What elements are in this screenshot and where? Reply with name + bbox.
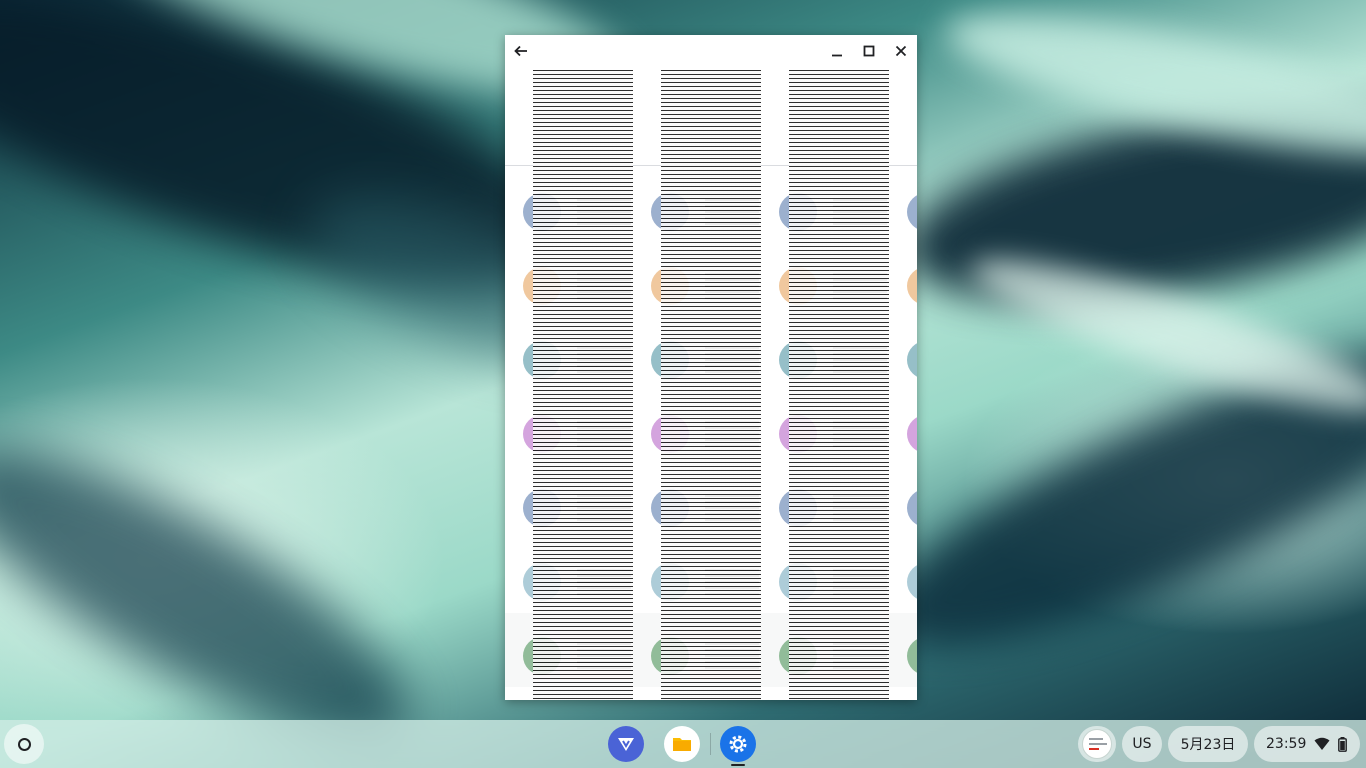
shelf-app-files[interactable] <box>664 726 700 762</box>
ime-label: US <box>1132 736 1152 752</box>
ghost-list-item <box>889 399 917 473</box>
running-app-indicator <box>731 764 745 766</box>
maximize-icon <box>863 45 875 57</box>
date-label: 5月23日 <box>1180 737 1236 753</box>
ghost-list-item <box>889 325 917 399</box>
ime-menu-button[interactable]: US <box>1122 726 1162 762</box>
maximize-button[interactable] <box>853 35 885 67</box>
ghost-avatar-icon <box>907 489 917 527</box>
ghost-list-item <box>889 177 917 251</box>
ghost-avatar-icon <box>907 563 917 601</box>
ghost-list-item <box>889 621 917 695</box>
window-content-glitched <box>505 67 917 700</box>
shelf-app-settings[interactable] <box>720 726 756 762</box>
ghost-avatar-icon <box>907 193 917 231</box>
ghost-avatar-icon <box>907 637 917 675</box>
app-window <box>505 35 917 700</box>
ghost-list-item <box>889 473 917 547</box>
ghost-list-item <box>889 251 917 325</box>
wifi-icon <box>1314 737 1330 750</box>
ghost-avatar-icon <box>907 267 917 305</box>
ghost-list-item <box>889 695 917 700</box>
launcher-circle-icon <box>17 737 31 751</box>
minimize-button[interactable] <box>821 35 853 67</box>
shelf: US 5月23日 23:59 <box>0 720 1366 768</box>
ghost-list-item <box>889 547 917 621</box>
ghost-avatar-icon <box>907 341 917 379</box>
render-artifact-column <box>533 70 633 700</box>
vpn-app-icon <box>618 738 634 751</box>
arrow-left-icon <box>514 45 527 57</box>
shelf-app-vpn[interactable] <box>608 726 644 762</box>
holding-space-thumbnail <box>1082 729 1112 759</box>
close-button[interactable] <box>885 35 917 67</box>
holding-space-tray[interactable] <box>1078 726 1116 762</box>
settings-app-icon <box>729 735 747 753</box>
files-app-icon <box>673 738 691 751</box>
render-artifact-column <box>661 70 761 700</box>
status-area[interactable]: 23:59 <box>1254 726 1360 762</box>
close-icon <box>895 45 907 57</box>
date-tray[interactable]: 5月23日 <box>1168 726 1248 762</box>
battery-icon <box>1338 736 1348 752</box>
ghost-avatar-icon <box>907 415 917 453</box>
time-label: 23:59 <box>1266 736 1307 752</box>
back-button[interactable] <box>505 35 537 67</box>
window-titlebar <box>505 35 917 67</box>
launcher-button[interactable] <box>4 724 44 764</box>
shelf-separator <box>710 733 711 755</box>
render-artifact-column <box>789 70 889 700</box>
minimize-icon <box>832 54 842 57</box>
